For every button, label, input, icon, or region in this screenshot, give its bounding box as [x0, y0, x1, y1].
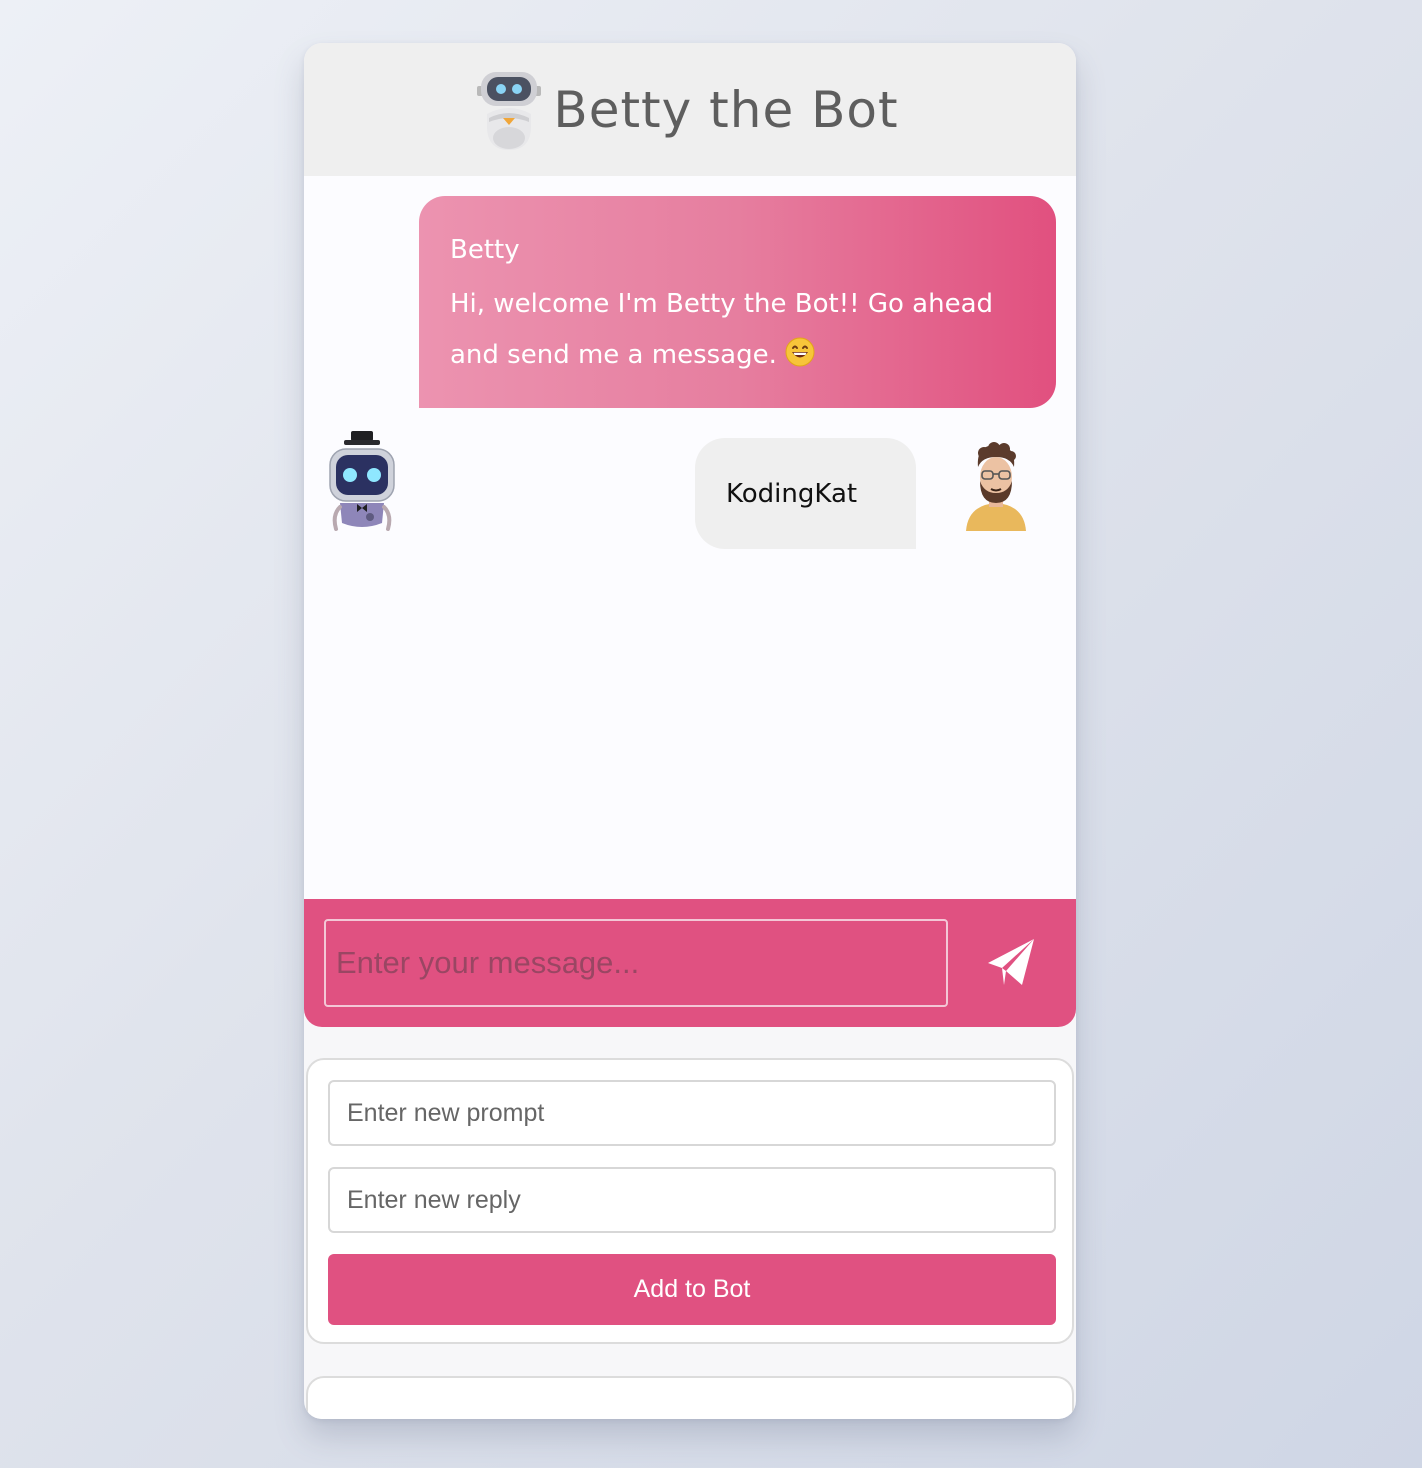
empty-panel — [306, 1376, 1074, 1419]
robot-logo-icon — [477, 71, 542, 150]
message-text: Hi, welcome I'm Betty the Bot!! Go ahead… — [450, 279, 1028, 381]
message-sender: Betty — [450, 235, 520, 265]
grinning-face-icon — [785, 337, 815, 367]
send-button[interactable] — [984, 935, 1040, 991]
new-prompt-input[interactable] — [328, 1080, 1056, 1146]
app-title: Betty the Bot — [553, 80, 899, 139]
message-sender: KodingKat — [726, 478, 858, 509]
message-input[interactable] — [324, 919, 948, 1007]
message-text-content: Hi, welcome I'm Betty the Bot!! Go ahead… — [450, 289, 994, 370]
chat-app: Betty the Bot Betty Hi, welcome I'm Bett… — [304, 43, 1076, 1419]
app-header: Betty the Bot — [304, 43, 1076, 176]
message-composer — [304, 899, 1076, 1027]
bot-message-bubble: Betty Hi, welcome I'm Betty the Bot!! Go… — [419, 196, 1056, 408]
add-to-bot-button[interactable]: Add to Bot — [328, 1254, 1056, 1325]
train-bot-form: Add to Bot — [306, 1058, 1074, 1344]
new-reply-input[interactable] — [328, 1167, 1056, 1233]
robot-avatar-icon — [329, 431, 395, 531]
paper-plane-icon — [988, 939, 1034, 985]
user-message-bubble: KodingKat — [695, 438, 916, 549]
chat-window[interactable]: Betty Hi, welcome I'm Betty the Bot!! Go… — [304, 176, 1076, 899]
bearded-man-avatar-icon — [966, 442, 1026, 531]
header-brand: Betty the Bot — [471, 68, 898, 152]
